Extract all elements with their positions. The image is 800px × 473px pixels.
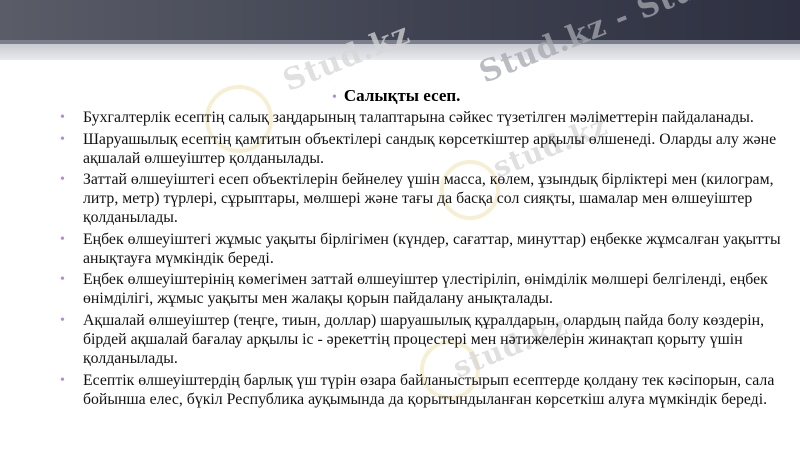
bullet-icon: • [60,110,65,125]
bullet-list: • Бухгалтерлік есептің салық заңдарының т… [60,108,790,411]
bullet-icon: • [60,172,65,188]
bullet-text: Ақшалай өлшеуіштер (теңге, тиын, доллар)… [83,311,765,367]
bullet-icon: • [60,372,65,388]
bullet-text: Есептік өлшеуіштердің барлық үш түрін өз… [83,371,775,408]
bullet-item: • Еңбек өлшеуіштегі жұмыс уақыты бірлігі… [60,230,790,268]
bullet-item: • Шаруашылық есептің қамтитын объектілері… [60,130,790,168]
bullet-item: • Есептік өлшеуіштердің барлық үш түрін ө… [60,371,790,409]
bullet-text: Еңбек өлшеуіштерінің көмегімен заттай өл… [83,271,768,308]
bullet-item: • Заттай өлшеуіштегі есеп объектілерін бе… [60,170,790,227]
bullet-icon: • [60,131,65,147]
bullet-text: Заттай өлшеуіштегі есеп объектілерін бей… [83,171,774,227]
bullet-icon: • [60,231,65,247]
bullet-icon: • [60,272,65,288]
bullet-icon: • [60,312,65,328]
slide-title-text: Салықты есеп. [343,86,461,105]
header-light-band [0,44,800,60]
bullet-item: • Еңбек өлшеуіштерінің көмегімен заттай ө… [60,270,790,308]
bullet-text: Шаруашылық есептің қамтитын объектілері … [83,130,777,167]
slide-title: • Салықты есеп. [332,86,460,106]
bullet-text: Еңбек өлшеуіштегі жұмыс уақыты бірлігіме… [83,230,781,267]
bullet-icon: • [332,90,337,105]
bullet-text: Бухгалтерлік есептің салық заңдарының та… [83,109,754,126]
bullet-item: • Ақшалай өлшеуіштер (теңге, тиын, доллар… [60,311,790,368]
bullet-item: • Бухгалтерлік есептің салық заңдарының т… [60,108,790,127]
